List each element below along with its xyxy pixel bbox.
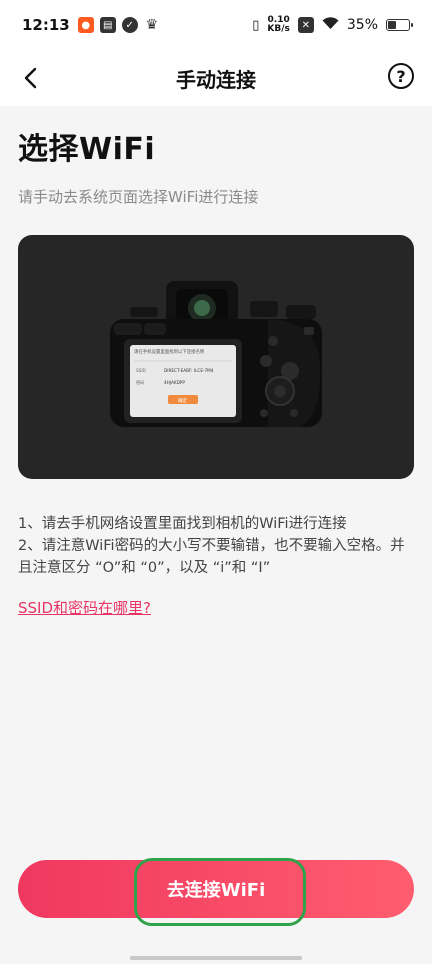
main-content: 选择WiFi 请手动去系统页面选择WiFi进行连接 请在手机设置里面找到以下连接… [18, 106, 414, 618]
home-indicator [130, 956, 302, 960]
crown-icon: ♛ [145, 17, 159, 33]
header: 手动连接 ? [0, 50, 432, 106]
connect-wifi-button[interactable]: 去连接WiFi [18, 860, 414, 918]
status-bar: 12:13 ● ▤ ✓ ♛ ▯ 0.10 KB/s ✕ 35% [0, 0, 432, 50]
camera-screen-ssid-value: DIRECT-EABF: ILCE-7M4 [164, 368, 214, 373]
instruction-item: 2、请注意WiFi密码的大小写不要输错，也不要输入空格。并且注意区分 “O”和 … [18, 538, 405, 576]
section-subtitle: 请手动去系统页面选择WiFi进行连接 [18, 188, 259, 206]
battery-text: 35% [346, 17, 378, 33]
network-speed: 0.10 KB/s [267, 16, 289, 34]
check-icon: ✓ [121, 17, 138, 33]
no-sim-icon: ✕ [297, 17, 314, 33]
calendar-icon: ▤ [99, 17, 116, 33]
camera-image: 请在手机设置里面找到以下连接名称 SSID DIRECT-EABF: ILCE-… [110, 281, 322, 427]
status-left: 12:13 ● ▤ ✓ ♛ [22, 16, 160, 34]
page-title: 手动连接 [176, 67, 256, 92]
help-button[interactable]: ? [388, 63, 414, 89]
camera-screen-password-label: 密码 [136, 379, 144, 386]
chevron-left-icon [24, 67, 37, 89]
camera-screen-ssid-label: SSID [136, 368, 146, 373]
app-notification-icon: ● [77, 17, 94, 33]
question-icon: ? [396, 66, 406, 86]
back-button[interactable] [14, 62, 46, 94]
connect-wifi-label: 去连接WiFi [166, 880, 266, 901]
wifi-icon [322, 16, 339, 34]
status-time: 12:13 [22, 16, 70, 34]
instruction-item: 1、请去手机网络设置里面找到相机的WiFi进行连接 [18, 516, 347, 532]
ssid-help-link[interactable]: SSID和密码在哪里? [18, 597, 151, 618]
camera-screen-password-value: 4HJAKDPP [164, 380, 185, 385]
camera-illustration: 请在手机设置里面找到以下连接名称 SSID DIRECT-EABF: ILCE-… [18, 235, 414, 479]
battery-icon [386, 19, 413, 31]
instructions: 1、请去手机网络设置里面找到相机的WiFi进行连接 2、请注意WiFi密码的大小… [18, 513, 414, 579]
speed-unit: KB/s [267, 24, 290, 34]
vibrate-icon: ▯ [252, 17, 260, 33]
camera-screen-line1: 请在手机设置里面找到以下连接名称 [134, 348, 205, 355]
section-heading: 选择WiFi [18, 132, 156, 167]
camera-screen-ok: 确定 [178, 397, 187, 404]
status-right: ▯ 0.10 KB/s ✕ 35% [252, 16, 413, 34]
